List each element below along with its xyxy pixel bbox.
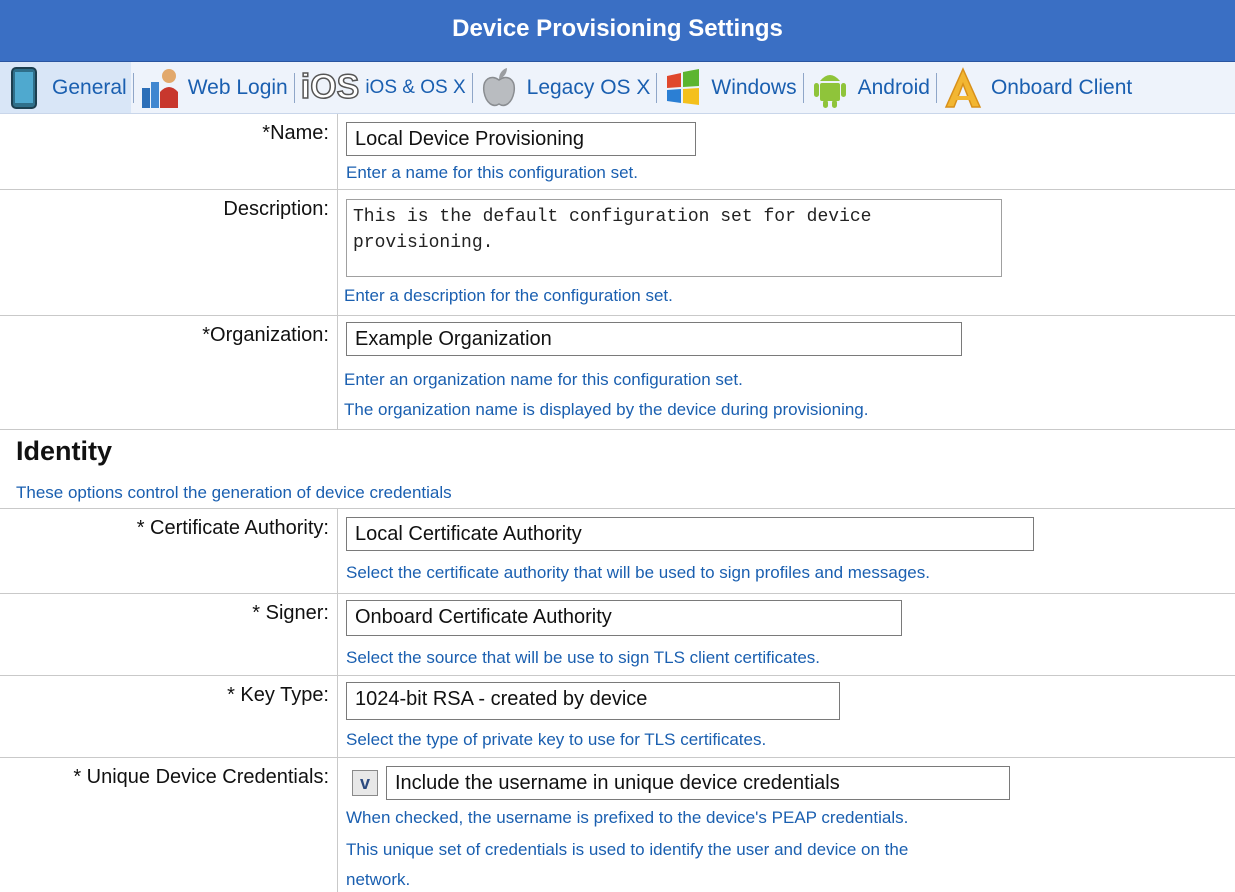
identity-section-title: Identity — [16, 436, 113, 466]
tab-label: General — [52, 75, 127, 99]
ios-icon: iOS — [300, 67, 360, 107]
name-hint: Enter a name for this configuration set. — [346, 163, 638, 182]
signer-select[interactable]: Onboard Certificate Authority — [346, 600, 902, 636]
tab-label: iOS & OS X — [365, 76, 466, 98]
unique-credentials-purpose-hint: This unique set of credentials is used t… — [346, 840, 909, 859]
organization-row: *Organization: Example Organization Ente… — [0, 316, 1235, 430]
unique-credentials-checkbox-label: Include the username in unique device cr… — [386, 766, 1010, 800]
unique-credentials-row: * Unique Device Credentials: v Include t… — [0, 758, 1235, 892]
description-hint: Enter a description for the configuratio… — [344, 286, 673, 305]
organization-hint: Enter an organization name for this conf… — [344, 370, 743, 389]
tab-label: Legacy OS X — [526, 75, 651, 99]
identity-section-description: These options control the generation of … — [16, 483, 452, 502]
signer-label: * Signer: — [0, 594, 338, 675]
signer-hint: Select the source that will be use to si… — [346, 648, 821, 667]
tab-divider — [656, 72, 658, 103]
unique-credentials-hint: When checked, the username is prefixed t… — [346, 808, 909, 827]
tab-android[interactable]: Android — [806, 62, 934, 113]
apple-icon — [482, 67, 515, 106]
organization-label: *Organization: — [0, 316, 338, 429]
name-row: *Name: Local Device Provisioning Enter a… — [0, 114, 1235, 190]
tab-general[interactable]: General — [0, 62, 131, 113]
tab-divider — [935, 72, 937, 103]
certificate-authority-select[interactable]: Local Certificate Authority — [346, 517, 1034, 551]
tab-ios-os-x[interactable]: iOS iOS & OS X — [297, 62, 470, 113]
onboard-icon — [944, 66, 982, 108]
tab-divider — [293, 72, 295, 103]
certificate-authority-hint: Select the certificate authority that wi… — [346, 563, 930, 582]
tab-label: Web Login — [187, 75, 288, 99]
unique-credentials-network-hint: network. — [346, 870, 411, 889]
description-row: Description: This is the default configu… — [0, 190, 1235, 316]
key-type-label: * Key Type: — [0, 676, 338, 757]
tab-label: Android — [857, 75, 930, 99]
tab-divider — [802, 72, 804, 103]
unique-credentials-checkbox[interactable]: v — [352, 770, 378, 796]
name-label: *Name: — [0, 114, 338, 189]
tab-divider — [132, 72, 134, 103]
key-type-hint: Select the type of private key to use fo… — [346, 730, 767, 749]
tab-label: Onboard Client — [990, 75, 1133, 99]
unique-credentials-label: * Unique Device Credentials: — [0, 758, 338, 892]
tab-bar: General Web Login iOS iOS & OS X Legacy … — [0, 62, 1235, 114]
name-input[interactable]: Local Device Provisioning — [346, 122, 696, 156]
page-title: Device Provisioning Settings — [452, 14, 783, 42]
tab-onboard-client[interactable]: Onboard Client — [939, 62, 1136, 113]
tablet-icon — [11, 66, 37, 109]
organization-input[interactable]: Example Organization — [346, 322, 962, 356]
signer-row: * Signer: Onboard Certificate Authority … — [0, 594, 1235, 676]
organization-display-hint: The organization name is displayed by th… — [344, 400, 869, 419]
tab-web-login[interactable]: Web Login — [136, 62, 292, 113]
windows-icon — [667, 68, 700, 105]
certificate-authority-label: * Certificate Authority: — [0, 509, 338, 593]
description-textarea[interactable]: This is the default configuration set fo… — [346, 199, 1002, 277]
tab-windows[interactable]: Windows — [659, 62, 800, 113]
page-header: Device Provisioning Settings — [0, 0, 1235, 62]
description-label: Description: — [0, 190, 338, 315]
tab-label: Windows — [711, 75, 797, 99]
android-icon — [813, 74, 846, 108]
tab-divider — [471, 72, 473, 103]
tab-legacy-os-x[interactable]: Legacy OS X — [475, 62, 655, 113]
certificate-authority-row: * Certificate Authority: Local Certifica… — [0, 509, 1235, 594]
users-icon — [141, 68, 178, 108]
check-mark-icon: v — [359, 772, 370, 793]
key-type-select[interactable]: 1024-bit RSA - created by device — [346, 682, 840, 720]
key-type-row: * Key Type: 1024-bit RSA - created by de… — [0, 676, 1235, 758]
